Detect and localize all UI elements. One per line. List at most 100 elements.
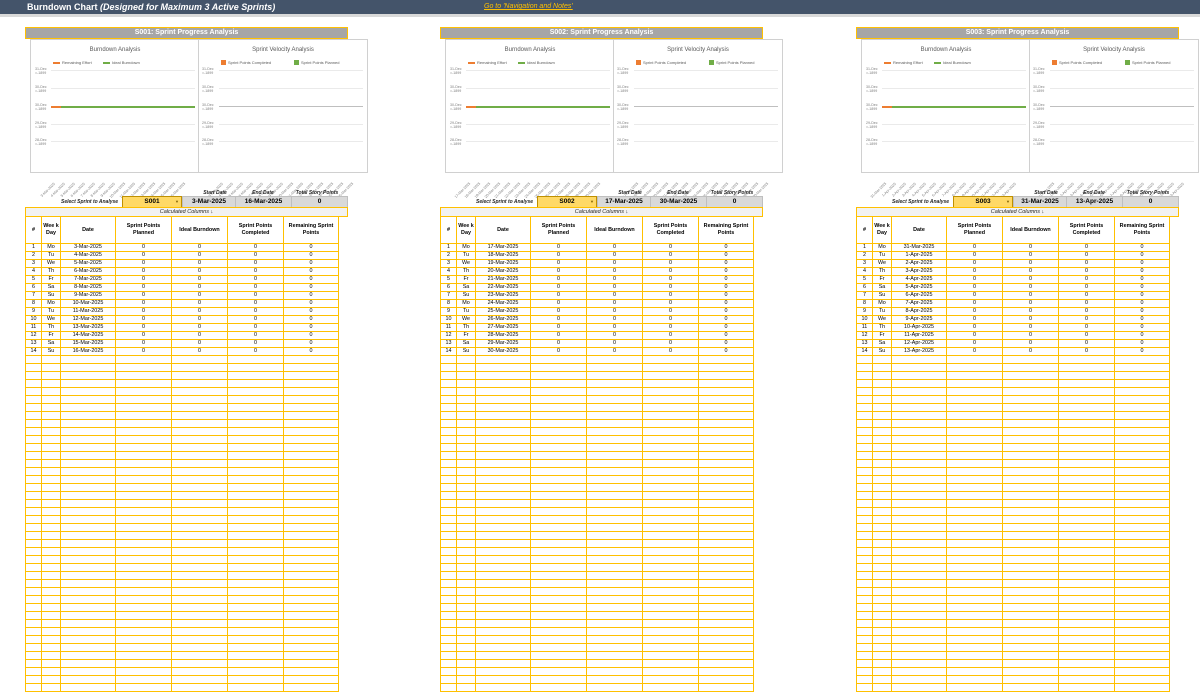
table-cell[interactable]: Su <box>456 291 476 300</box>
empty-cell[interactable] <box>698 523 754 532</box>
empty-cell[interactable] <box>60 555 116 564</box>
table-cell[interactable]: 6-Apr-2025 <box>891 291 947 300</box>
empty-cell[interactable] <box>530 507 587 516</box>
empty-cell[interactable] <box>856 555 873 564</box>
table-cell[interactable]: 3-Apr-2025 <box>891 267 947 276</box>
empty-cell[interactable] <box>171 571 228 580</box>
empty-cell[interactable] <box>1002 659 1059 668</box>
empty-cell[interactable] <box>60 547 116 556</box>
empty-cell[interactable] <box>946 555 1003 564</box>
empty-cell[interactable] <box>642 595 699 604</box>
empty-cell[interactable] <box>25 475 42 484</box>
empty-cell[interactable] <box>856 507 873 516</box>
empty-cell[interactable] <box>171 579 228 588</box>
table-cell[interactable]: 10 <box>856 315 873 324</box>
empty-cell[interactable] <box>530 459 587 468</box>
table-cell[interactable]: Sa <box>456 283 476 292</box>
empty-cell[interactable] <box>25 683 42 692</box>
empty-cell[interactable] <box>456 603 476 612</box>
empty-cell[interactable] <box>872 643 892 652</box>
empty-cell[interactable] <box>698 379 754 388</box>
empty-cell[interactable] <box>530 555 587 564</box>
empty-cell[interactable] <box>227 379 284 388</box>
table-cell[interactable]: 10-Apr-2025 <box>891 323 947 332</box>
empty-cell[interactable] <box>698 411 754 420</box>
empty-cell[interactable] <box>530 643 587 652</box>
empty-cell[interactable] <box>456 531 476 540</box>
table-cell[interactable]: 0 <box>586 283 643 292</box>
empty-cell[interactable] <box>891 363 947 372</box>
empty-cell[interactable] <box>283 539 339 548</box>
table-cell[interactable]: 14 <box>440 347 457 356</box>
empty-cell[interactable] <box>1114 435 1170 444</box>
empty-cell[interactable] <box>856 395 873 404</box>
empty-cell[interactable] <box>698 483 754 492</box>
table-cell[interactable]: 0 <box>171 331 228 340</box>
table-cell[interactable]: 0 <box>227 339 284 348</box>
empty-cell[interactable] <box>41 627 61 636</box>
table-cell[interactable]: We <box>456 315 476 324</box>
empty-cell[interactable] <box>171 371 228 380</box>
table-cell[interactable]: 0 <box>642 315 699 324</box>
table-cell[interactable]: 0 <box>283 291 339 300</box>
table-cell[interactable]: Mo <box>41 243 61 252</box>
table-cell[interactable]: Sa <box>872 283 892 292</box>
empty-cell[interactable] <box>586 659 643 668</box>
empty-cell[interactable] <box>1058 563 1115 572</box>
empty-cell[interactable] <box>586 507 643 516</box>
empty-cell[interactable] <box>586 387 643 396</box>
table-cell[interactable]: 0 <box>115 323 172 332</box>
empty-cell[interactable] <box>440 363 457 372</box>
table-cell[interactable]: 5 <box>440 275 457 284</box>
empty-cell[interactable] <box>698 643 754 652</box>
empty-cell[interactable] <box>25 627 42 636</box>
table-cell[interactable]: 6 <box>440 283 457 292</box>
table-cell[interactable]: 9 <box>25 307 42 316</box>
table-cell[interactable]: We <box>872 315 892 324</box>
empty-cell[interactable] <box>41 363 61 372</box>
table-cell[interactable]: 0 <box>1114 331 1170 340</box>
table-cell[interactable]: 0 <box>946 291 1003 300</box>
empty-cell[interactable] <box>856 523 873 532</box>
table-cell[interactable]: 0 <box>171 259 228 268</box>
empty-cell[interactable] <box>891 419 947 428</box>
empty-cell[interactable] <box>456 403 476 412</box>
empty-cell[interactable] <box>227 627 284 636</box>
empty-cell[interactable] <box>891 603 947 612</box>
empty-cell[interactable] <box>530 579 587 588</box>
table-cell[interactable]: 5-Apr-2025 <box>891 283 947 292</box>
table-cell[interactable]: 9-Mar-2025 <box>60 291 116 300</box>
empty-cell[interactable] <box>642 659 699 668</box>
empty-cell[interactable] <box>872 531 892 540</box>
empty-cell[interactable] <box>456 539 476 548</box>
table-cell[interactable]: 0 <box>586 267 643 276</box>
empty-cell[interactable] <box>227 435 284 444</box>
empty-cell[interactable] <box>530 587 587 596</box>
empty-cell[interactable] <box>41 395 61 404</box>
empty-cell[interactable] <box>946 419 1003 428</box>
empty-cell[interactable] <box>456 475 476 484</box>
empty-cell[interactable] <box>60 387 116 396</box>
empty-cell[interactable] <box>475 507 531 516</box>
table-cell[interactable]: 0 <box>1002 347 1059 356</box>
empty-cell[interactable] <box>1058 587 1115 596</box>
table-cell[interactable]: 0 <box>946 315 1003 324</box>
table-cell[interactable]: 0 <box>1114 259 1170 268</box>
table-cell[interactable]: 0 <box>227 251 284 260</box>
empty-cell[interactable] <box>440 563 457 572</box>
empty-cell[interactable] <box>456 587 476 596</box>
empty-cell[interactable] <box>25 579 42 588</box>
table-cell[interactable]: 1-Apr-2025 <box>891 251 947 260</box>
empty-cell[interactable] <box>891 619 947 628</box>
empty-cell[interactable] <box>115 579 172 588</box>
empty-cell[interactable] <box>1114 531 1170 540</box>
empty-cell[interactable] <box>642 611 699 620</box>
empty-cell[interactable] <box>872 451 892 460</box>
table-cell[interactable]: 31-Mar-2025 <box>891 243 947 252</box>
empty-cell[interactable] <box>41 371 61 380</box>
table-cell[interactable]: Sa <box>41 339 61 348</box>
empty-cell[interactable] <box>115 587 172 596</box>
table-cell[interactable]: 20-Mar-2025 <box>475 267 531 276</box>
empty-cell[interactable] <box>475 443 531 452</box>
empty-cell[interactable] <box>41 427 61 436</box>
